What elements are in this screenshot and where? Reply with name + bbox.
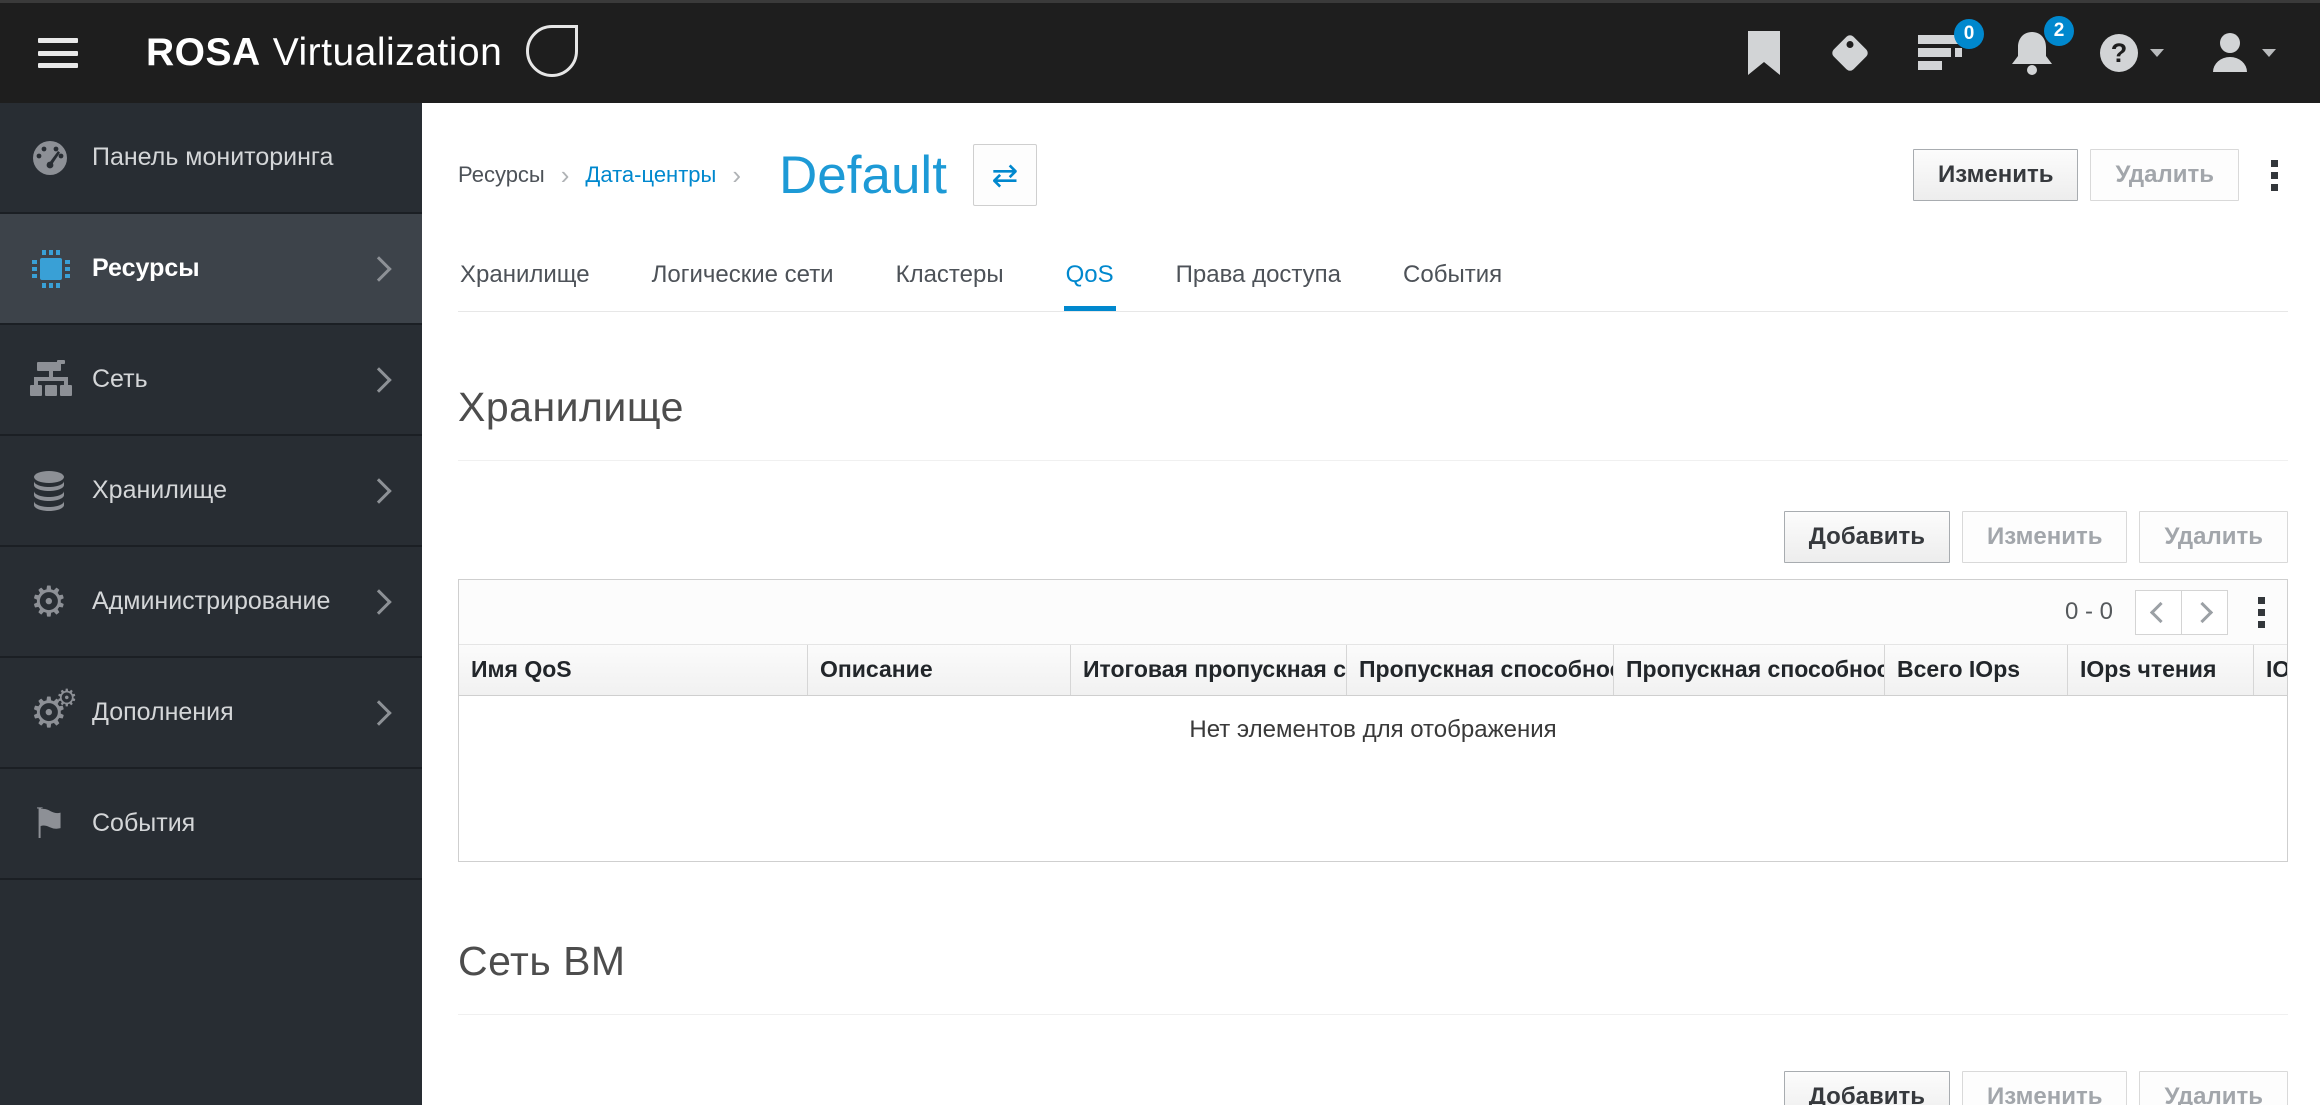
- column-header-write-iops[interactable]: IOps записи: [2254, 645, 2287, 695]
- tab-events[interactable]: События: [1401, 249, 1504, 311]
- table-body: Нет элементов для отображения: [459, 696, 2287, 861]
- storage-qos-actions: Добавить Изменить Удалить: [458, 511, 2288, 563]
- swap-arrows-icon: ⇄: [991, 156, 1019, 194]
- chevron-right-icon: [366, 699, 392, 726]
- breadcrumb-link-datacenters[interactable]: Дата-центры: [585, 162, 716, 188]
- add-network-qos-button[interactable]: Добавить: [1783, 1071, 1951, 1105]
- network-icon: [30, 359, 92, 400]
- section-heading-storage: Хранилище: [458, 386, 2288, 461]
- sidebar-item-network[interactable]: Сеть: [0, 325, 422, 436]
- chevron-right-icon: [366, 477, 392, 504]
- sidebar-item-administration[interactable]: ⚙ Администрирование: [0, 547, 422, 658]
- breadcrumb-item: Ресурсы: [458, 162, 545, 187]
- tag-icon[interactable]: [1828, 31, 1872, 75]
- sidebar-item-storage[interactable]: Хранилище: [0, 436, 422, 547]
- brand: ROSA Virtualization: [146, 25, 579, 77]
- chevron-right-icon: [366, 588, 392, 615]
- kebab-menu-icon[interactable]: [2261, 159, 2288, 191]
- sidebar-item-events[interactable]: ⚑ События: [0, 769, 422, 880]
- tasks-badge: 0: [1954, 19, 1984, 49]
- tasks-icon[interactable]: 0: [1918, 19, 1984, 73]
- chevron-right-icon: [2191, 601, 2214, 623]
- prev-page-button[interactable]: [2135, 589, 2182, 635]
- breadcrumb-separator: ›: [732, 159, 741, 190]
- column-header-write-throughput[interactable]: Пропускная способность записи: [1614, 645, 1885, 695]
- user-icon: [2213, 33, 2247, 72]
- main-content: Ресурсы › Дата-центры › Default ⇄ Измени…: [422, 103, 2320, 1105]
- vm-network-qos-actions: Добавить Изменить Удалить: [458, 1071, 2288, 1105]
- breadcrumb: Ресурсы › Дата-центры › Default ⇄ Измени…: [458, 133, 2288, 217]
- sidebar-item-label: Администрирование: [92, 587, 331, 615]
- dashboard-icon: [30, 138, 92, 178]
- bell-icon[interactable]: 2: [2010, 16, 2074, 76]
- chevron-left-icon: [2149, 601, 2172, 623]
- sidebar-item-addons[interactable]: ⚙ ⚙ Дополнения: [0, 658, 422, 769]
- tab-qos[interactable]: QoS: [1064, 249, 1116, 311]
- column-header-description[interactable]: Описание: [808, 645, 1071, 695]
- sidebar-item-label: Хранилище: [92, 476, 227, 504]
- column-header-qos-name[interactable]: Имя QoS: [459, 645, 808, 695]
- user-menu[interactable]: [2210, 32, 2276, 74]
- brand-name: ROSA: [146, 31, 261, 74]
- masthead: ROSA Virtualization 0 2 ?: [0, 0, 2320, 103]
- column-header-max-throughput[interactable]: Итоговая пропускная способность: [1071, 645, 1347, 695]
- table-kebab-menu-icon[interactable]: [2248, 596, 2275, 628]
- remove-datacenter-button[interactable]: Удалить: [2090, 149, 2239, 201]
- alerts-badge: 2: [2044, 16, 2074, 46]
- pager: [2135, 589, 2228, 635]
- sidebar-item-dashboard[interactable]: Панель мониторинга: [0, 103, 422, 214]
- edit-qos-button[interactable]: Изменить: [1962, 511, 2128, 563]
- table-header-row: Имя QoS Описание Итоговая пропускная спо…: [459, 645, 2287, 696]
- pagination-count: 0 - 0: [2064, 598, 2113, 625]
- sidebar-item-label: Панель мониторинга: [92, 143, 334, 171]
- page-actions: Изменить Удалить: [1913, 149, 2288, 201]
- add-qos-button[interactable]: Добавить: [1783, 511, 1951, 563]
- switch-datacenter-button[interactable]: ⇄: [972, 144, 1037, 206]
- empty-table-message: Нет элементов для отображения: [1189, 716, 1557, 743]
- sidebar-item-label: Ресурсы: [92, 254, 200, 282]
- chevron-right-icon: [366, 366, 392, 393]
- tab-logical-networks[interactable]: Логические сети: [650, 249, 836, 311]
- database-icon: [30, 470, 92, 511]
- sidebar-item-label: Дополнения: [92, 698, 234, 726]
- sidebar-item-label: События: [92, 809, 196, 837]
- section-heading-vm-network: Сеть ВМ: [458, 940, 2288, 1015]
- detail-tabs: Хранилище Логические сети Кластеры QoS П…: [458, 249, 2288, 312]
- sidebar-item-label: Сеть: [92, 365, 148, 393]
- next-page-button[interactable]: [2181, 589, 2228, 635]
- microchip-icon: [30, 248, 92, 290]
- masthead-toolbar: 0 2 ?: [1746, 16, 2276, 76]
- edit-network-qos-button[interactable]: Изменить: [1962, 1071, 2128, 1105]
- remove-qos-button[interactable]: Удалить: [2139, 511, 2288, 563]
- storage-qos-table: 0 - 0 Имя QoS Описание Итоговая пропускн…: [458, 579, 2288, 862]
- rosa-logo-icon: [526, 25, 579, 77]
- sidebar-nav: Панель мониторинга Ресурсы Сеть Хранилищ…: [0, 103, 422, 1105]
- menu-toggle-button[interactable]: [38, 38, 78, 68]
- table-toolbar: 0 - 0: [459, 580, 2287, 645]
- help-menu[interactable]: ?: [2100, 34, 2164, 72]
- column-header-read-iops[interactable]: IOps чтения: [2068, 645, 2254, 695]
- sidebar-item-compute[interactable]: Ресурсы: [0, 214, 422, 325]
- edit-datacenter-button[interactable]: Изменить: [1913, 149, 2079, 201]
- column-header-read-throughput[interactable]: Пропускная способность чтения: [1347, 645, 1614, 695]
- remove-network-qos-button[interactable]: Удалить: [2139, 1071, 2288, 1105]
- gear-icon: ⚙: [30, 576, 68, 626]
- tab-permissions[interactable]: Права доступа: [1174, 249, 1343, 311]
- brand-product: Virtualization: [272, 31, 503, 74]
- breadcrumb-separator: ›: [560, 159, 570, 190]
- help-icon: ?: [2100, 34, 2138, 72]
- chevron-right-icon: [366, 255, 392, 282]
- page-title: Default: [779, 145, 947, 205]
- chevron-down-icon: [2150, 49, 2164, 57]
- tab-storage[interactable]: Хранилище: [458, 249, 592, 311]
- bookmark-icon[interactable]: [1746, 31, 1782, 75]
- gears-icon: ⚙ ⚙: [30, 683, 78, 737]
- tab-clusters[interactable]: Кластеры: [894, 249, 1006, 311]
- column-header-total-iops[interactable]: Всего IOps: [1885, 645, 2068, 695]
- flag-icon: ⚑: [30, 798, 68, 848]
- chevron-down-icon: [2262, 49, 2276, 57]
